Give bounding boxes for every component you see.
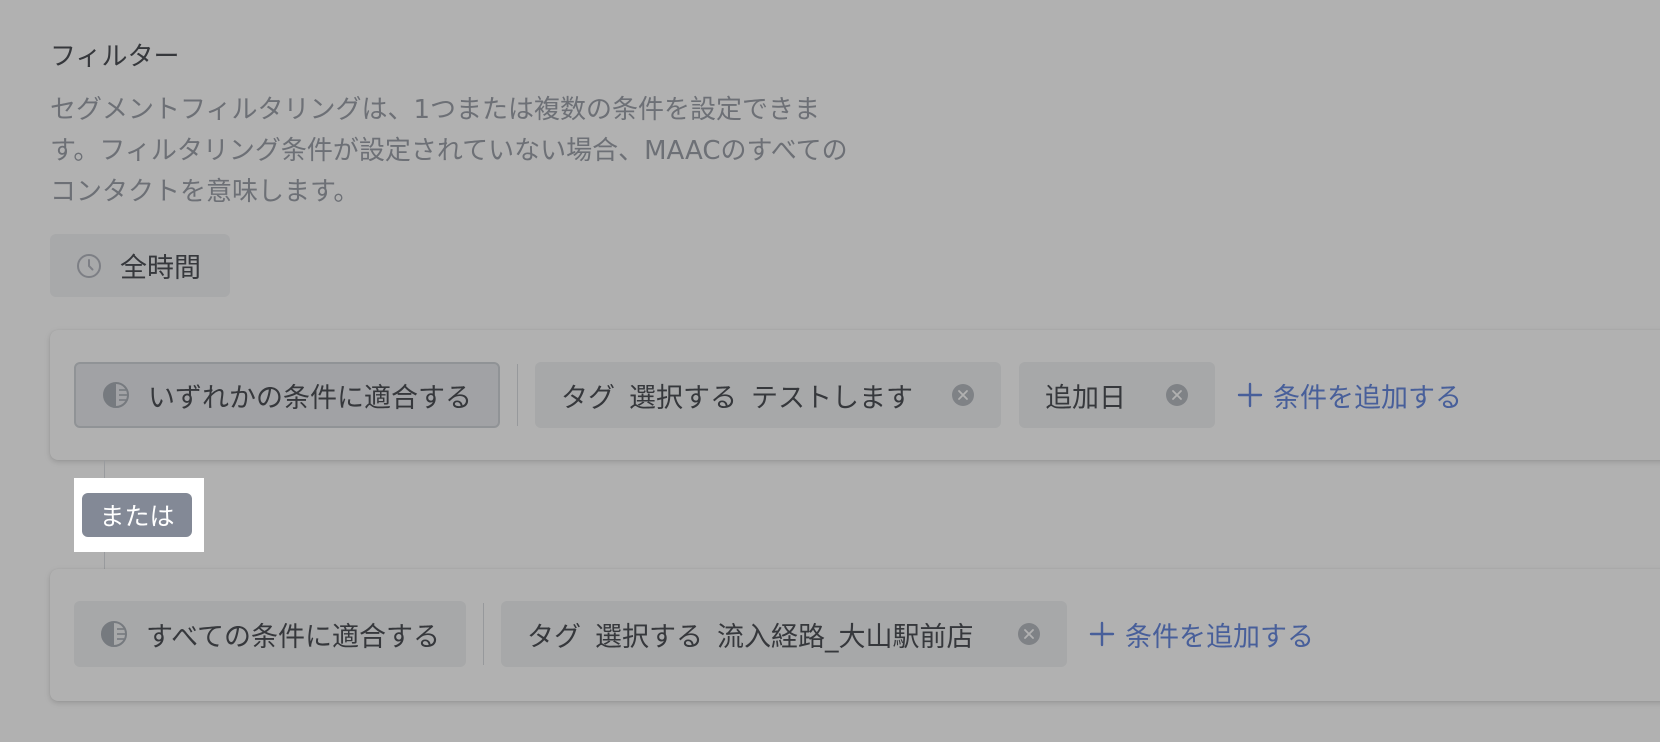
condition-operator: 選択する: [595, 621, 704, 653]
filter-description: セグメントフィルタリングは、1つまたは複数の条件を設定できます。フィルタリング条…: [50, 95, 848, 207]
condition-row: いずれかの条件に適合する タグ 選択する テストします 追加日 条件を追加する: [74, 362, 1462, 428]
condition-type: タグ: [527, 621, 582, 653]
add-condition-button[interactable]: 条件を追加する: [1089, 615, 1314, 654]
match-mode-button[interactable]: すべての条件に適合する: [74, 601, 467, 667]
divider: [483, 603, 485, 665]
add-condition-button[interactable]: 条件を追加する: [1237, 376, 1462, 415]
time-range-label: 全時間: [120, 253, 201, 284]
or-operator-badge[interactable]: または: [82, 493, 192, 537]
add-condition-label: 条件を追加する: [1273, 382, 1462, 414]
condition-value: 流入経路_大山駅前店: [717, 621, 974, 653]
condition-group-1: いずれかの条件に適合する タグ 選択する テストします 追加日 条件を追加する: [50, 330, 1660, 460]
time-range-button[interactable]: 全時間: [50, 234, 230, 297]
half-circle-icon: [102, 381, 130, 409]
plus-icon: [1237, 382, 1263, 408]
segment-filter-page: フィルター セグメントフィルタリングは、1つまたは複数の条件を設定できます。フィ…: [0, 0, 1660, 742]
condition-value: テストします: [751, 382, 913, 414]
add-condition-label: 条件を追加する: [1125, 621, 1315, 653]
half-circle-icon: [100, 620, 128, 648]
match-mode-label: いずれかの条件に適合する: [148, 382, 472, 414]
condition-operator: 選択する: [629, 382, 737, 414]
divider: [517, 364, 518, 426]
clear-circle-icon[interactable]: [1017, 622, 1041, 646]
condition-row: すべての条件に適合する タグ 選択する 流入経路_大山駅前店 条件を追加する: [74, 601, 1314, 667]
condition-type: タグ: [561, 382, 615, 414]
condition-chip[interactable]: タグ 選択する 流入経路_大山駅前店: [501, 601, 1068, 667]
clear-circle-icon[interactable]: [1165, 383, 1189, 407]
condition-group-2: すべての条件に適合する タグ 選択する 流入経路_大山駅前店 条件を追加する: [50, 569, 1660, 701]
filter-title: フィルター: [50, 42, 180, 72]
condition-chip[interactable]: タグ 選択する テストします: [535, 362, 1001, 428]
plus-icon: [1089, 621, 1115, 647]
match-mode-label: すべての条件に適合する: [146, 621, 441, 653]
match-mode-button[interactable]: いずれかの条件に適合する: [74, 362, 500, 428]
clock-icon: [76, 253, 102, 279]
condition-type: 追加日: [1045, 382, 1126, 414]
condition-chip[interactable]: 追加日: [1019, 362, 1215, 428]
clear-circle-icon[interactable]: [951, 383, 975, 407]
